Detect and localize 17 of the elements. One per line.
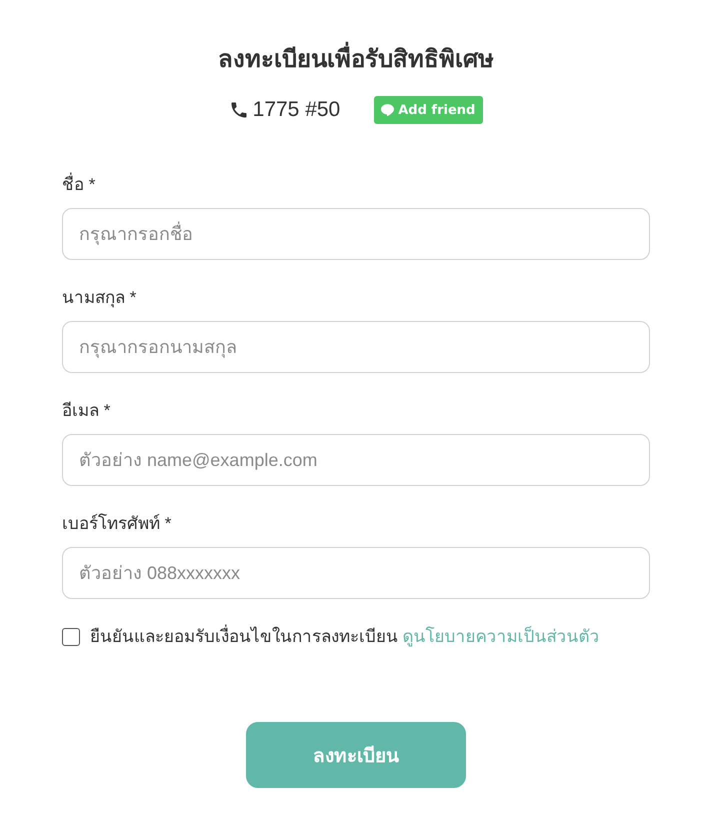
form-title: ลงทะเบียนเพื่อรับสิทธิพิเศษ: [62, 42, 650, 78]
input-field[interactable]: กรุณากรอกนามสกุล: [62, 321, 650, 373]
speech-bubble-icon: [381, 104, 394, 116]
input-field[interactable]: ตัวอย่าง name@example.com: [62, 434, 650, 486]
consent-text: ยืนยันและยอมรับเงื่อนไขในการลงทะเบียน ดูนโยบายความเป็นส่วนตัว: [90, 625, 600, 649]
input-field[interactable]: ตัวอย่าง 088xxxxxxx: [62, 547, 650, 599]
register-button[interactable]: ลงทะเบียน: [246, 722, 466, 788]
phone-icon: [228, 100, 249, 120]
privacy-policy-link[interactable]: ดูนโยบายความเป็นส่วนตัว: [402, 627, 600, 646]
field-label: นามสกุล *: [62, 287, 136, 310]
add-friend-button[interactable]: Add friend: [374, 96, 484, 124]
field-label: อีเมล *: [62, 400, 110, 422]
input-field[interactable]: กรุณากรอกชื่อ: [62, 208, 650, 260]
field-label: เบอร์โทรศัพท์ *: [62, 512, 172, 535]
consent-checkbox[interactable]: [62, 628, 80, 646]
field-label: ชื่อ *: [62, 173, 96, 197]
phone-number: 1775 #50: [252, 98, 340, 122]
